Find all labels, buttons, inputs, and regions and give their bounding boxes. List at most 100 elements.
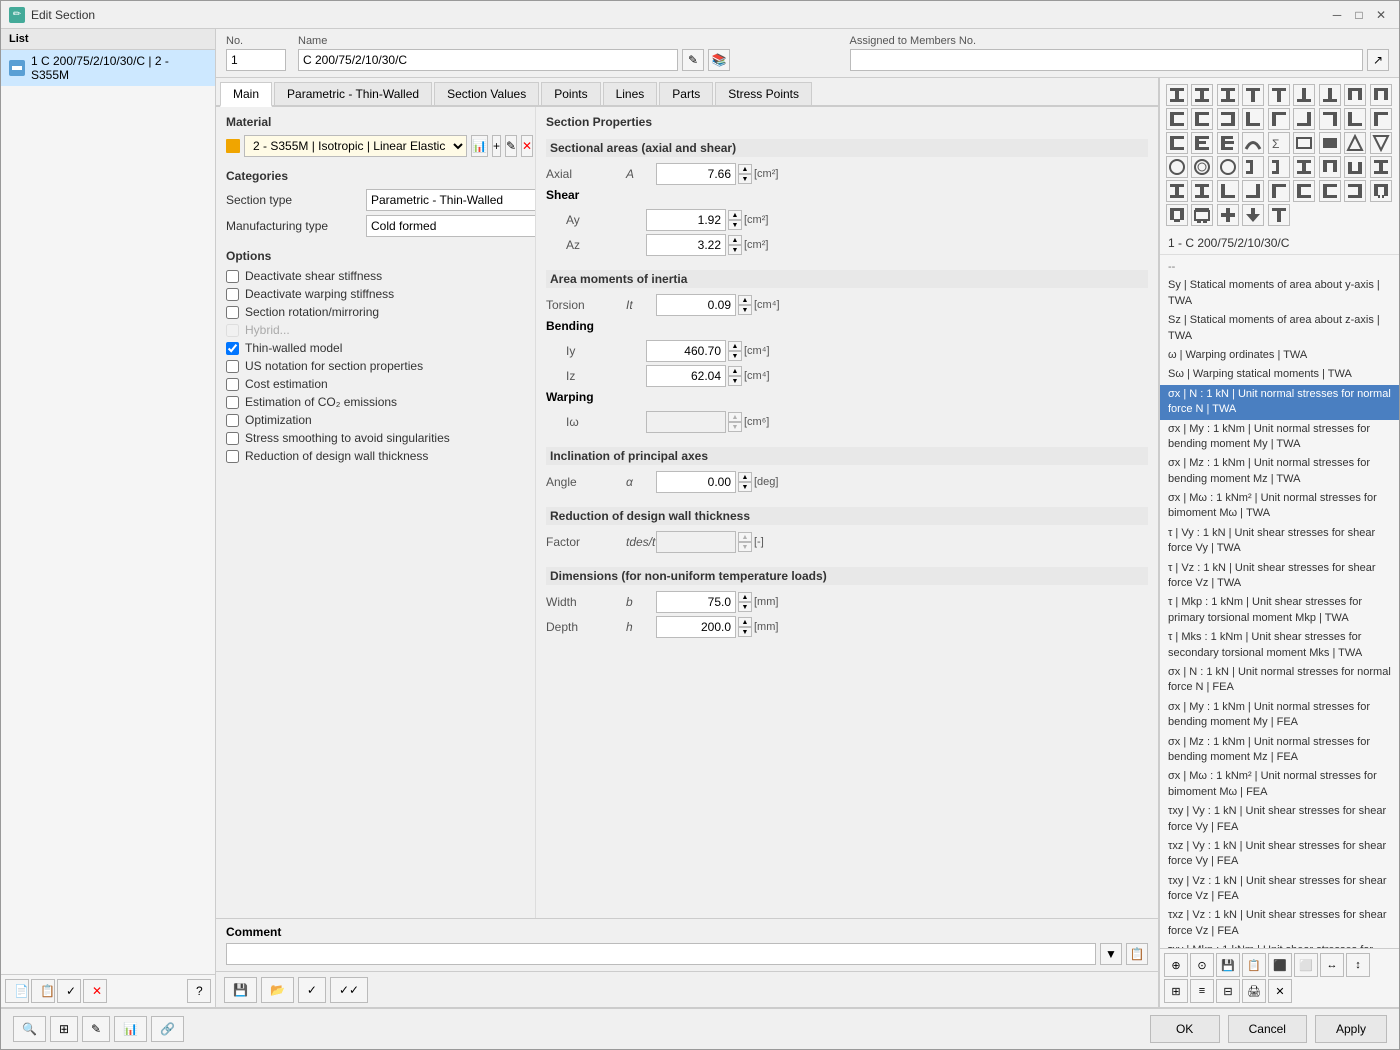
h-down[interactable]: ▼ bbox=[738, 627, 752, 637]
material-delete-btn[interactable]: ✕ bbox=[521, 135, 533, 157]
Ay-up[interactable]: ▲ bbox=[728, 210, 742, 220]
props-sigMz[interactable]: σx | Mz : 1 kNm | Unit normal stresses f… bbox=[1160, 454, 1399, 489]
shape-I8[interactable] bbox=[1166, 180, 1188, 202]
tb-check2-btn[interactable]: ✓✓ bbox=[330, 977, 368, 1003]
props-tauMkpxy[interactable]: τxy | Mkp : 1 kNm | Unit shear stresses … bbox=[1160, 941, 1399, 948]
rb-btn-12[interactable]: 🖨 bbox=[1242, 979, 1266, 1003]
Ay-input[interactable] bbox=[646, 209, 726, 231]
material-chart-btn[interactable]: 📊 bbox=[471, 135, 488, 157]
tab-parts[interactable]: Parts bbox=[659, 82, 713, 105]
cost-estimation-checkbox[interactable] bbox=[226, 378, 239, 391]
shape-T1[interactable] bbox=[1242, 84, 1264, 106]
props-sigMomega[interactable]: σx | Mω : 1 kNm² | Unit normal stresses … bbox=[1160, 489, 1399, 524]
shape-C2[interactable] bbox=[1191, 132, 1213, 154]
rb-btn-7[interactable]: ↔ bbox=[1320, 953, 1344, 977]
shape-arrow-down[interactable] bbox=[1242, 204, 1264, 226]
name-input[interactable] bbox=[298, 49, 678, 71]
help-button[interactable]: ? bbox=[187, 979, 211, 1003]
assigned-input[interactable] bbox=[850, 49, 1364, 71]
comment-copy-btn[interactable]: 📋 bbox=[1126, 943, 1148, 965]
shape-arch[interactable] bbox=[1242, 132, 1264, 154]
footer-btn-3[interactable]: ✎ bbox=[82, 1016, 110, 1042]
Iy-up[interactable]: ▲ bbox=[728, 341, 742, 351]
stress-smoothing-checkbox[interactable] bbox=[226, 432, 239, 445]
shape-rect1[interactable] bbox=[1293, 132, 1315, 154]
A-input[interactable] bbox=[656, 163, 736, 185]
props-Sz[interactable]: Sz | Statical moments of area about z-ax… bbox=[1160, 311, 1399, 346]
no-input[interactable] bbox=[226, 49, 286, 71]
shape-U2[interactable] bbox=[1370, 84, 1392, 106]
Iy-down[interactable]: ▼ bbox=[728, 351, 742, 361]
section-rotation-checkbox[interactable] bbox=[226, 306, 239, 319]
shape-circle3[interactable] bbox=[1217, 156, 1239, 178]
shape-T4[interactable] bbox=[1319, 84, 1341, 106]
props-tauVy[interactable]: τ | Vy : 1 kN | Unit shear stresses for … bbox=[1160, 524, 1399, 559]
shape-L5[interactable] bbox=[1344, 108, 1366, 130]
b-input[interactable] bbox=[656, 591, 736, 613]
minimize-button[interactable]: ─ bbox=[1327, 5, 1347, 25]
comment-input[interactable] bbox=[226, 943, 1096, 965]
shape-L4[interactable] bbox=[1319, 108, 1341, 130]
props-tauVzxz[interactable]: τxz | Vz : 1 kN | Unit shear stresses fo… bbox=[1160, 906, 1399, 941]
shape-I1[interactable] bbox=[1166, 84, 1188, 106]
apply-button[interactable]: Apply bbox=[1315, 1015, 1387, 1043]
comment-expand-btn[interactable]: ▼ bbox=[1100, 943, 1122, 965]
Az-down[interactable]: ▼ bbox=[728, 245, 742, 255]
sidebar-item-1[interactable]: 1 C 200/75/2/10/30/C | 2 - S355M bbox=[1, 50, 215, 86]
material-edit-btn[interactable]: ✎ bbox=[505, 135, 517, 157]
shape-U3[interactable] bbox=[1319, 156, 1341, 178]
props-sigMzfea[interactable]: σx | Mz : 1 kNm | Unit normal stresses f… bbox=[1160, 733, 1399, 768]
tb-save-btn[interactable]: 💾 bbox=[224, 977, 257, 1003]
props-tauVyxy[interactable]: τxy | Vy : 1 kN | Unit shear stresses fo… bbox=[1160, 802, 1399, 837]
rb-btn-11[interactable]: ⊟ bbox=[1216, 979, 1240, 1003]
alpha-up[interactable]: ▲ bbox=[738, 472, 752, 482]
tb-check1-btn[interactable]: ✓ bbox=[298, 977, 326, 1003]
rb-btn-9[interactable]: ⊞ bbox=[1164, 979, 1188, 1003]
props-tauMkp[interactable]: τ | Mkp : 1 kNm | Unit shear stresses fo… bbox=[1160, 593, 1399, 628]
shape-sigma[interactable]: Σ bbox=[1268, 132, 1290, 154]
reduction-wall-checkbox[interactable] bbox=[226, 450, 239, 463]
delete-button[interactable]: ✕ bbox=[83, 979, 107, 1003]
h-input[interactable] bbox=[656, 616, 736, 638]
edit-name-button[interactable]: ✎ bbox=[682, 49, 704, 71]
copy-section-button[interactable]: 📋 bbox=[31, 979, 55, 1003]
Iz-up[interactable]: ▲ bbox=[728, 366, 742, 376]
props-tauVyxz[interactable]: τxz | Vy : 1 kN | Unit shear stresses fo… bbox=[1160, 837, 1399, 872]
shape-C1[interactable] bbox=[1166, 132, 1188, 154]
shape-U1[interactable] bbox=[1344, 84, 1366, 106]
b-up[interactable]: ▲ bbox=[738, 592, 752, 602]
shape-circle1[interactable] bbox=[1166, 156, 1188, 178]
shape-tri1[interactable] bbox=[1344, 132, 1366, 154]
props-Somega[interactable]: Sω | Warping statical moments | TWA bbox=[1160, 365, 1399, 384]
shape-I4[interactable] bbox=[1242, 156, 1264, 178]
props-Sy[interactable]: Sy | Statical moments of area about y-ax… bbox=[1160, 276, 1399, 311]
b-down[interactable]: ▼ bbox=[738, 602, 752, 612]
shape-L6[interactable] bbox=[1370, 108, 1392, 130]
shape-omega3[interactable] bbox=[1191, 204, 1213, 226]
rb-btn-3[interactable]: 💾 bbox=[1216, 953, 1240, 977]
rb-btn-8[interactable]: ↕ bbox=[1346, 953, 1370, 977]
rb-btn-10[interactable]: ≡ bbox=[1190, 979, 1214, 1003]
props-tauVz[interactable]: τ | Vz : 1 kN | Unit shear stresses for … bbox=[1160, 559, 1399, 594]
tab-points[interactable]: Points bbox=[541, 82, 600, 105]
A-down[interactable]: ▼ bbox=[738, 174, 752, 184]
shape-circle2[interactable] bbox=[1191, 156, 1213, 178]
thin-walled-checkbox[interactable] bbox=[226, 342, 239, 355]
shape-rect2[interactable] bbox=[1319, 132, 1341, 154]
shape-T3[interactable] bbox=[1293, 84, 1315, 106]
deactivate-shear-checkbox[interactable] bbox=[226, 270, 239, 283]
shape-L2[interactable] bbox=[1268, 108, 1290, 130]
material-new-btn[interactable]: + bbox=[492, 135, 501, 157]
shape-omega1[interactable] bbox=[1370, 180, 1392, 202]
shape-ang1[interactable] bbox=[1217, 180, 1239, 202]
rb-btn-1[interactable]: ⊕ bbox=[1164, 953, 1188, 977]
ok-button[interactable]: OK bbox=[1150, 1015, 1220, 1043]
props-tauVzxy[interactable]: τxy | Vz : 1 kN | Unit shear stresses fo… bbox=[1160, 872, 1399, 907]
shape-T2[interactable] bbox=[1268, 84, 1290, 106]
It-down[interactable]: ▼ bbox=[738, 305, 752, 315]
footer-btn-1[interactable]: 🔍 bbox=[13, 1016, 46, 1042]
deactivate-warping-checkbox[interactable] bbox=[226, 288, 239, 301]
shape-bracket1[interactable] bbox=[1166, 108, 1188, 130]
shape-tri2[interactable] bbox=[1370, 132, 1392, 154]
shape-I7[interactable] bbox=[1370, 156, 1392, 178]
